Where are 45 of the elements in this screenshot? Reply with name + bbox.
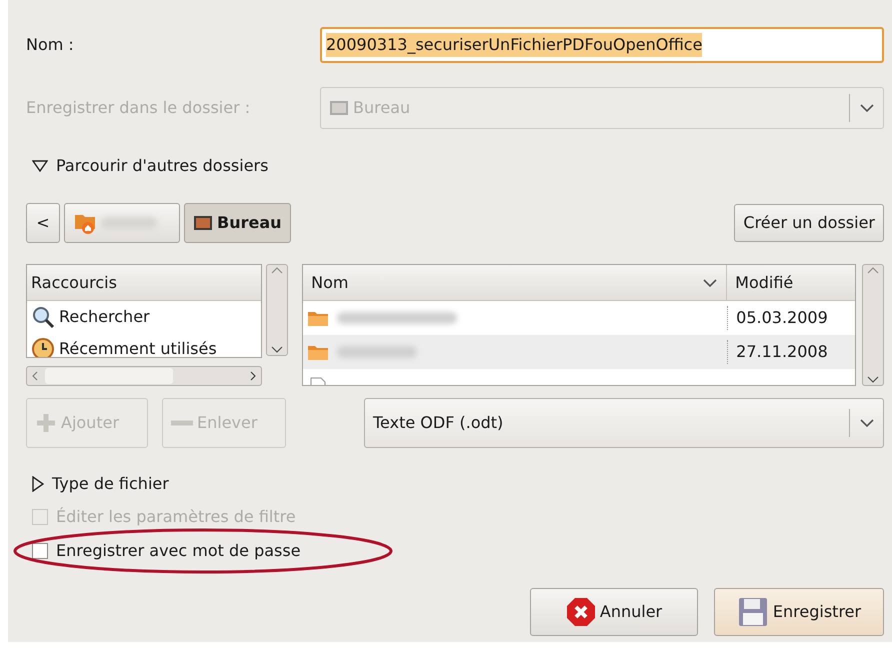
expanded-triangle-icon[interactable] [32, 160, 48, 172]
filename-field[interactable]: 20090313_securiserUnFichierPDFouOpenOffice [320, 27, 884, 63]
horizontal-scrollbar[interactable] [26, 366, 262, 386]
vertical-scrollbar[interactable] [862, 264, 884, 386]
magnifier-icon [31, 305, 55, 329]
checkbox-label: Éditer les paramètres de filtre [56, 506, 296, 528]
scroll-down-icon [867, 375, 880, 385]
dropdown-caret-icon [858, 103, 874, 113]
folder-icon [307, 343, 330, 361]
path-button[interactable]: Bureau [184, 203, 291, 243]
path-button[interactable] [64, 203, 180, 243]
scroll-up-icon [271, 265, 284, 275]
folder-label: Enregistrer dans le dossier : [26, 97, 250, 119]
modified-date: 05.03.2009 [727, 306, 828, 330]
vertical-scrollbar[interactable] [266, 264, 288, 356]
shortcut-item[interactable]: Rechercher [27, 301, 262, 333]
name-column-header[interactable]: Nom [303, 265, 728, 300]
plus-icon [35, 412, 57, 434]
sort-caret-icon [702, 278, 718, 288]
desktop-icon [193, 214, 213, 232]
checkbox[interactable] [32, 543, 48, 559]
file-type-expander[interactable]: Type de fichier [52, 472, 169, 496]
clock-icon [31, 337, 55, 358]
modified-date: 27.11.2008 [727, 340, 828, 364]
scroll-right-icon [249, 371, 258, 382]
back-button[interactable]: < [26, 203, 60, 243]
desktop-icon [329, 99, 349, 117]
cancel-icon [566, 597, 596, 627]
scroll-down-icon [271, 345, 284, 355]
file-type-dropdown[interactable]: Texte ODF (.odt) [364, 398, 884, 448]
dropdown-caret-icon [858, 418, 874, 428]
minus-icon [171, 420, 193, 426]
floppy-icon [736, 596, 769, 628]
modified-column-header[interactable]: Modifié [727, 270, 794, 294]
create-folder-button[interactable]: Créer un dossier [734, 204, 884, 242]
cancel-button[interactable]: Annuler [530, 588, 698, 636]
folder-icon [307, 309, 330, 327]
browse-expander[interactable]: Parcourir d'autres dossiers [56, 154, 268, 178]
name-label: Nom : [26, 34, 74, 56]
shortcut-item[interactable]: Récemment utilisés [27, 333, 262, 358]
save-button[interactable]: Enregistrer [714, 588, 884, 636]
scroll-up-icon [867, 265, 880, 275]
collapsed-triangle-icon[interactable] [32, 476, 44, 492]
file-row[interactable]: 27.11.2008 [303, 335, 856, 369]
scroll-left-icon [31, 371, 39, 382]
